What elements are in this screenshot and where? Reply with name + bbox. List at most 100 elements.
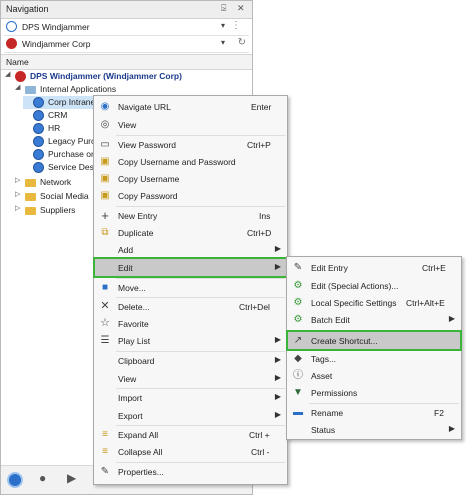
submenu-item-edit-entry[interactable]: ✎ Edit Entry Ctrl+E	[288, 259, 460, 276]
menu-label: Move...	[118, 283, 146, 293]
navigation-tab-icon[interactable]	[7, 472, 23, 488]
expanded-icon[interactable]: ◢	[15, 83, 20, 91]
menu-label: View Password	[118, 140, 176, 150]
submenu-arrow-icon: ▶	[274, 373, 281, 382]
tree-folder-label: Suppliers	[40, 205, 76, 215]
tree-entry-service-desk[interactable]: Service Desk	[23, 161, 99, 174]
pin-icon[interactable]: ⍄	[221, 3, 226, 14]
menu-label: Play List	[118, 336, 151, 346]
menu-label: Batch Edit	[311, 315, 350, 325]
menu-label: Clipboard	[118, 356, 155, 366]
menu-shortcut: Ctrl+E	[422, 263, 446, 273]
refresh-icon[interactable]: ↻	[238, 37, 246, 48]
vault-name: Windjammer Corp	[22, 39, 91, 49]
submenu-arrow-icon: ▶	[274, 392, 281, 401]
tree-folder-suppliers[interactable]: ▷ Suppliers	[15, 204, 93, 217]
tree-folder-label: Network	[40, 177, 72, 187]
column-header[interactable]: Name	[1, 54, 252, 70]
tree-entry-label: CRM	[48, 110, 68, 120]
menu-item-copy-username-password[interactable]: ▣ Copy Username and Password	[95, 153, 286, 170]
menu-item-play-list[interactable]: ☰ Play List ▶	[95, 332, 286, 349]
submenu-item-tags[interactable]: ◆ Tags...	[288, 350, 460, 367]
play-list-tab-icon[interactable]: ▶	[67, 471, 83, 487]
menu-label: Rename	[311, 408, 344, 418]
copy-password-icon: ▣	[100, 190, 110, 201]
delete-icon: ✕	[100, 300, 110, 312]
copy-credentials-icon: ▣	[100, 156, 110, 167]
menu-shortcut: Enter	[251, 102, 272, 112]
menu-item-duplicate[interactable]: ⧉ Duplicate Ctrl+D	[95, 224, 286, 241]
submenu-item-local-specific-settings[interactable]: ⚙ Local Specific Settings Ctrl+Alt+E	[288, 294, 460, 311]
submenu-item-rename[interactable]: ▬ Rename F2	[288, 404, 460, 421]
submenu-item-batch-edit[interactable]: ⚙ Batch Edit ▶	[288, 311, 460, 328]
menu-item-copy-password[interactable]: ▣ Copy Password	[95, 187, 286, 204]
menu-item-expand-all[interactable]: ≡ Expand All Ctrl +	[95, 426, 286, 443]
tree-entry-label: Purchase order	[48, 149, 95, 159]
tree-entry-purchase-order[interactable]: Purchase order	[23, 148, 95, 161]
datasource-settings-icon[interactable]: ⋮	[231, 20, 241, 31]
duplicate-icon: ⧉	[101, 227, 109, 238]
close-icon[interactable]: ✕	[237, 3, 245, 14]
menu-item-add[interactable]: Add ▶	[95, 241, 286, 258]
menu-item-view[interactable]: ◎ View	[95, 116, 286, 133]
menu-item-clipboard[interactable]: Clipboard ▶	[95, 352, 286, 369]
menu-label: View	[118, 374, 137, 384]
collapsed-icon[interactable]: ▷	[15, 204, 20, 212]
tree-entry-legacy-purchase[interactable]: Legacy Purcha	[23, 135, 95, 148]
menu-label: Export	[118, 411, 143, 421]
menu-item-navigate-url[interactable]: ◉ Navigate URL Enter	[95, 98, 286, 115]
panel-title: Navigation	[6, 4, 49, 14]
rename-icon: ▬	[293, 407, 303, 418]
datasource-selector[interactable]: DPS Windjammer ▾ ⋮	[4, 20, 249, 36]
tree-folder-social-media[interactable]: ▷ Social Media	[15, 190, 93, 203]
tree-entry-label: Corp Intranet	[48, 97, 98, 107]
menu-item-edit[interactable]: Edit ▶	[93, 257, 288, 278]
pencil-icon: ✎	[100, 466, 110, 477]
globe-icon: ◉	[100, 101, 110, 112]
menu-item-move[interactable]: ■ Move...	[95, 279, 286, 296]
menu-item-view-password[interactable]: ▭ View Password Ctrl+P	[95, 136, 286, 153]
menu-item-properties[interactable]: ✎ Properties...	[95, 463, 286, 480]
chevron-down-icon[interactable]: ▾	[221, 38, 225, 47]
menu-item-collapse-all[interactable]: ≡ Collapse All Ctrl -	[95, 443, 286, 460]
menu-item-export[interactable]: Export ▶	[95, 407, 286, 424]
menu-item-new-entry[interactable]: + New Entry Ins	[95, 207, 286, 224]
tree-entry-corp-intranet[interactable]: Corp Intranet	[23, 96, 98, 109]
tree-entry-label: Service Desk	[48, 162, 99, 172]
user-vault-tab-icon[interactable]: ●	[39, 471, 55, 487]
folder-icon	[25, 86, 36, 94]
submenu-item-edit-special-actions[interactable]: ⚙ Edit (Special Actions)...	[288, 277, 460, 294]
menu-label: Collapse All	[118, 447, 163, 457]
shield-icon	[6, 21, 17, 32]
submenu-item-asset[interactable]: ⓘ Asset	[288, 367, 460, 384]
tree-folder-network[interactable]: ▷ Network	[15, 176, 93, 189]
menu-item-view-submenu[interactable]: View ▶	[95, 370, 286, 387]
menu-label: Local Specific Settings	[311, 298, 397, 308]
menu-label: Copy Username and Password	[118, 157, 236, 167]
menu-item-copy-username[interactable]: ▣ Copy Username	[95, 170, 286, 187]
submenu-item-status[interactable]: Status ▶	[288, 421, 460, 438]
submenu-item-create-shortcut[interactable]: ↗ Create Shortcut...	[286, 330, 462, 351]
menu-label: Asset	[311, 371, 333, 381]
globe-icon	[33, 162, 44, 173]
submenu-item-permissions[interactable]: ▼ Permissions	[288, 384, 460, 401]
menu-label: Create Shortcut...	[311, 336, 378, 346]
chevron-down-icon[interactable]: ▾	[221, 21, 225, 30]
tree-root[interactable]: ◢ DPS Windjammer (Windjammer Corp)	[5, 70, 250, 83]
tree-entry-hr[interactable]: HR	[23, 122, 95, 135]
menu-shortcut: Ctrl+Alt+E	[406, 298, 445, 308]
menu-separator	[309, 330, 459, 331]
menu-item-delete[interactable]: ✕ Delete... Ctrl+Del	[95, 298, 286, 315]
menu-label: Edit	[118, 263, 133, 273]
collapsed-icon[interactable]: ▷	[15, 176, 20, 184]
tree-root-label: DPS Windjammer (Windjammer Corp)	[30, 71, 182, 81]
menu-item-import[interactable]: Import ▶	[95, 389, 286, 406]
menu-item-favorite[interactable]: ☆ Favorite	[95, 315, 286, 332]
tree-entry-crm[interactable]: CRM	[23, 109, 95, 122]
submenu-arrow-icon: ▶	[448, 314, 455, 323]
vault-selector[interactable]: Windjammer Corp ▾ ↻	[4, 37, 249, 53]
globe-icon	[33, 97, 44, 108]
password-icon: ▭	[100, 139, 110, 150]
collapsed-icon[interactable]: ▷	[15, 190, 20, 198]
expanded-icon[interactable]: ◢	[5, 70, 10, 78]
